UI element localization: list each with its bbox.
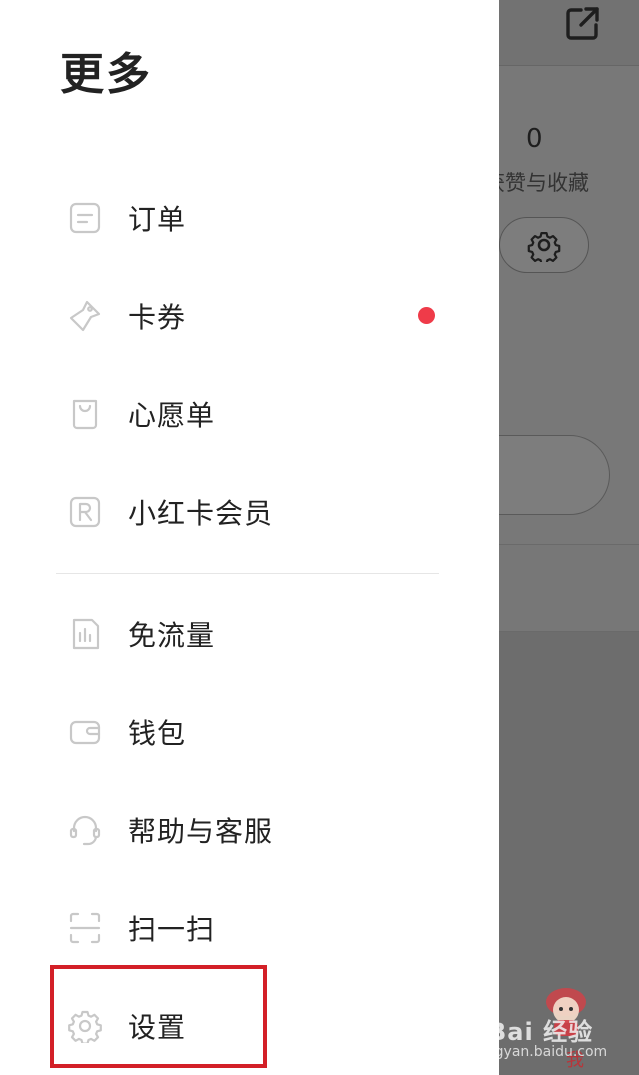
- menu-item-membership[interactable]: 小红卡会员: [60, 482, 440, 542]
- menu-item-data-free[interactable]: 免流量: [60, 604, 440, 664]
- menu-item-help[interactable]: 帮助与客服: [60, 800, 440, 860]
- settings-highlight-box: [50, 965, 267, 1068]
- wishlist-bag-icon: [68, 397, 102, 431]
- menu-item-label: 订单: [128, 203, 187, 236]
- profile-settings-button[interactable]: [499, 217, 589, 273]
- menu-item-label: 钱包: [128, 717, 187, 750]
- watermark-main-text: Bai 经验: [488, 1018, 594, 1046]
- likes-label[interactable]: 获赞与收藏: [484, 167, 589, 197]
- data-free-icon: [68, 617, 102, 651]
- scan-icon: [68, 911, 102, 945]
- watermark: Bai 经验 jingyan.baidu.com: [478, 1000, 628, 1070]
- share-icon[interactable]: [564, 4, 602, 42]
- wallet-icon: [68, 715, 102, 749]
- drawer-title: 更多: [60, 49, 152, 100]
- menu-item-label: 卡券: [128, 301, 187, 334]
- menu-item-coupons[interactable]: 卡券: [60, 286, 440, 346]
- menu-item-label: 心愿单: [128, 399, 216, 432]
- menu-item-label: 帮助与客服: [128, 815, 274, 848]
- order-icon: [68, 201, 102, 235]
- menu-item-label: 免流量: [128, 619, 216, 652]
- menu-item-label: 小红卡会员: [128, 497, 274, 530]
- menu-item-wallet[interactable]: 钱包: [60, 702, 440, 762]
- menu-item-label: 扫一扫: [128, 913, 216, 946]
- coupon-icon: [68, 299, 102, 333]
- more-drawer: 更多 订单 卡券 心愿单 小红卡会员 免流量 钱包 帮助与客服 扫一扫 设置: [0, 0, 499, 1075]
- menu-item-scan[interactable]: 扫一扫: [60, 898, 440, 958]
- gear-icon: [527, 228, 561, 262]
- menu-item-wishlist[interactable]: 心愿单: [60, 384, 440, 444]
- menu-item-orders[interactable]: 订单: [60, 188, 440, 248]
- profile-section: [499, 545, 639, 632]
- menu-divider: [56, 573, 439, 574]
- membership-r-icon: [68, 495, 102, 529]
- likes-count[interactable]: 0: [526, 124, 543, 154]
- customer-service-icon: [68, 813, 102, 847]
- coupon-badge-dot: [418, 307, 435, 324]
